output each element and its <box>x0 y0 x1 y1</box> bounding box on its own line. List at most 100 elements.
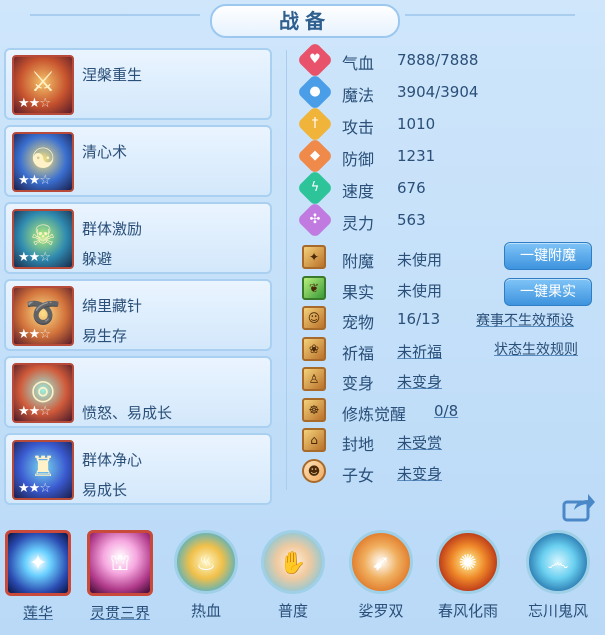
equipment-card[interactable]: ☯ ★★☆ 清心术 <box>4 125 272 197</box>
salvation-hand-icon[interactable]: ✋ <box>261 530 325 594</box>
skill-slot[interactable]: ⛫ 灵贯三界 <box>84 530 156 623</box>
stat-value: 3904/3904 <box>397 83 479 101</box>
enchant-icon: ✦ <box>302 245 326 269</box>
stat-label: 魔法 <box>342 86 375 105</box>
stat-row: ● 魔法 3904/3904 <box>296 73 598 111</box>
stat-label: 气血 <box>342 54 375 73</box>
skill-label: 灵贯三界 <box>89 604 150 622</box>
attr-value[interactable]: 未变身 <box>397 463 442 484</box>
attr-row: ☸ 修炼觉醒 0/8 <box>298 395 598 426</box>
equipment-card[interactable]: ♜ ★★☆ 群体净心 易成长 <box>4 433 272 505</box>
attr-value[interactable]: 0/8 <box>434 402 458 420</box>
skill-label: 忘川鬼风 <box>527 602 588 620</box>
flame-mask-icon[interactable]: ☯ ★★☆ <box>12 132 74 192</box>
one-click-fruit-button[interactable]: 一键果实 <box>504 277 592 306</box>
attr-row: ✦ 附魔 未使用 一键附魔 <box>298 242 598 273</box>
skill-slot[interactable]: ✺ 春风化雨 <box>432 530 504 621</box>
stat-row: ϟ 速度 676 <box>296 169 598 207</box>
spirit-icon: ✣ <box>296 201 334 239</box>
equipment-sub: 躲避 <box>82 250 113 268</box>
skill-label: 普度 <box>277 602 308 620</box>
star-rating: ★★☆ <box>18 173 51 188</box>
skill-slot[interactable]: ♨ 热血 <box>170 530 242 621</box>
skill-label: 娑罗双 <box>358 602 404 620</box>
preset-link[interactable]: 赛事不生效预设 <box>476 310 574 330</box>
attr-label: 祈福 <box>342 343 375 363</box>
mana-icon: ● <box>296 73 334 111</box>
star-rating: ★★☆ <box>18 481 51 496</box>
attr-label: 子女 <box>342 465 375 485</box>
skill-label: 热血 <box>190 602 221 620</box>
equipment-card[interactable]: ➰ ★★☆ 绵里藏针 易生存 <box>4 279 272 351</box>
robe-icon[interactable]: ♜ ★★☆ <box>12 440 74 500</box>
one-click-enchant-button[interactable]: 一键附魔 <box>504 242 592 270</box>
sala-icon[interactable]: ➹ <box>349 530 413 594</box>
skill-label: 春风化雨 <box>437 602 498 620</box>
skills-bar: ✦ 莲华 ⛫ 灵贯三界 ♨ 热血 ✋ 普度 ➹ 娑罗双 ✺ 春风化雨 ෴ 忘川鬼… <box>0 530 605 635</box>
share-icon[interactable] <box>562 492 596 522</box>
cultivation-icon: ☸ <box>302 397 326 422</box>
attr-label: 宠物 <box>342 313 375 332</box>
skill-slot[interactable]: ➹ 娑罗双 <box>345 530 417 621</box>
lightning-icon: ϟ <box>296 169 334 207</box>
skill-slot[interactable]: ෴ 忘川鬼风 <box>522 530 594 621</box>
attr-value: 未使用 <box>397 251 443 269</box>
equipment-name: 清心术 <box>82 143 128 161</box>
spirit-beam-icon[interactable]: ⛫ <box>87 530 153 596</box>
equipment-list: ⚔ ★★☆ 涅槃重生 ☯ ★★☆ 清心术 ☠ ★★☆ 群体激励 躲避 ➰ ★★☆ 绵里藏… <box>4 48 272 510</box>
ghost-wind-icon[interactable]: ෴ <box>526 530 590 594</box>
attr-value: 未使用 <box>397 281 443 300</box>
attr-row: ❀ 祈福 未祈福 状态生效规则 <box>298 334 598 365</box>
attr-row: ☺ 宠物 16/13 赛事不生效预设 <box>298 303 598 334</box>
pet-icon: ☺ <box>302 306 326 330</box>
attr-value[interactable]: 未受赏 <box>397 432 442 453</box>
ring-icon[interactable]: ◎ ★★☆ <box>12 363 74 423</box>
attr-label: 封地 <box>342 435 375 454</box>
stat-value: 1231 <box>397 147 436 165</box>
hot-blood-icon[interactable]: ♨ <box>174 530 238 594</box>
star-rating: ★★☆ <box>18 250 51 265</box>
title-decoration-left <box>30 14 200 24</box>
fruit-icon: ❦ <box>302 275 326 300</box>
blade-icon[interactable]: ⚔ ★★☆ <box>12 55 74 115</box>
stat-label: 灵力 <box>342 214 375 233</box>
equipment-name: 绵里藏针 <box>82 297 143 315</box>
attr-row: ❦ 果实 未使用 一键果实 <box>298 273 598 306</box>
attr-value[interactable]: 未变身 <box>397 371 442 392</box>
skill-slot[interactable]: ✋ 普度 <box>257 530 329 621</box>
stat-row: ♥ 气血 7888/7888 <box>296 41 598 79</box>
skill-slot[interactable]: ✦ 莲华 <box>2 530 74 623</box>
equipment-card[interactable]: ☠ ★★☆ 群体激励 躲避 <box>4 202 272 274</box>
star-rating: ★★☆ <box>18 96 51 111</box>
equipment-card[interactable]: ◎ ★★☆ 愤怒、易成长 <box>4 356 272 428</box>
sword-icon: † <box>296 105 334 143</box>
attr-row: ☻ 子女 未变身 <box>298 456 598 487</box>
attr-value[interactable]: 未祈福 <box>397 341 442 362</box>
page-title: 战备 <box>210 4 400 38</box>
spring-rain-icon[interactable]: ✺ <box>436 530 500 594</box>
transform-icon: ♙ <box>302 367 326 391</box>
attr-value: 16/13 <box>397 310 441 328</box>
stat-row: ◆ 防御 1231 <box>296 137 598 175</box>
equipment-card[interactable]: ⚔ ★★☆ 涅槃重生 <box>4 48 272 120</box>
attr-row: ⌂ 封地 未受赏 <box>298 425 598 456</box>
lotus-orb-icon[interactable]: ✦ <box>5 530 71 596</box>
demon-icon[interactable]: ☠ ★★☆ <box>12 209 74 269</box>
stat-value: 676 <box>397 179 426 197</box>
star-rating: ★★☆ <box>18 404 51 419</box>
rules-link[interactable]: 状态生效规则 <box>494 339 578 359</box>
blessing-icon: ❀ <box>302 336 326 361</box>
equipment-sub: 易生存 <box>82 327 128 345</box>
attributes-panel: ✦ 附魔 未使用 一键附魔 ❦ 果实 未使用 一键果实 ☺ 宠物 16/13 赛… <box>298 242 598 486</box>
fief-icon: ⌂ <box>302 428 326 452</box>
stat-value: 1010 <box>397 115 436 133</box>
star-rating: ★★☆ <box>18 327 51 342</box>
equipment-sub: 易成长 <box>82 481 128 499</box>
stat-label: 攻击 <box>342 118 375 137</box>
shield-icon: ◆ <box>296 137 334 175</box>
attr-label: 果实 <box>342 282 375 302</box>
chain-icon[interactable]: ➰ ★★☆ <box>12 286 74 346</box>
stat-value: 7888/7888 <box>397 51 479 69</box>
title-decoration-right <box>405 14 575 24</box>
stats-panel: ♥ 气血 7888/7888 ● 魔法 3904/3904 † 攻击 1010 … <box>296 41 598 239</box>
